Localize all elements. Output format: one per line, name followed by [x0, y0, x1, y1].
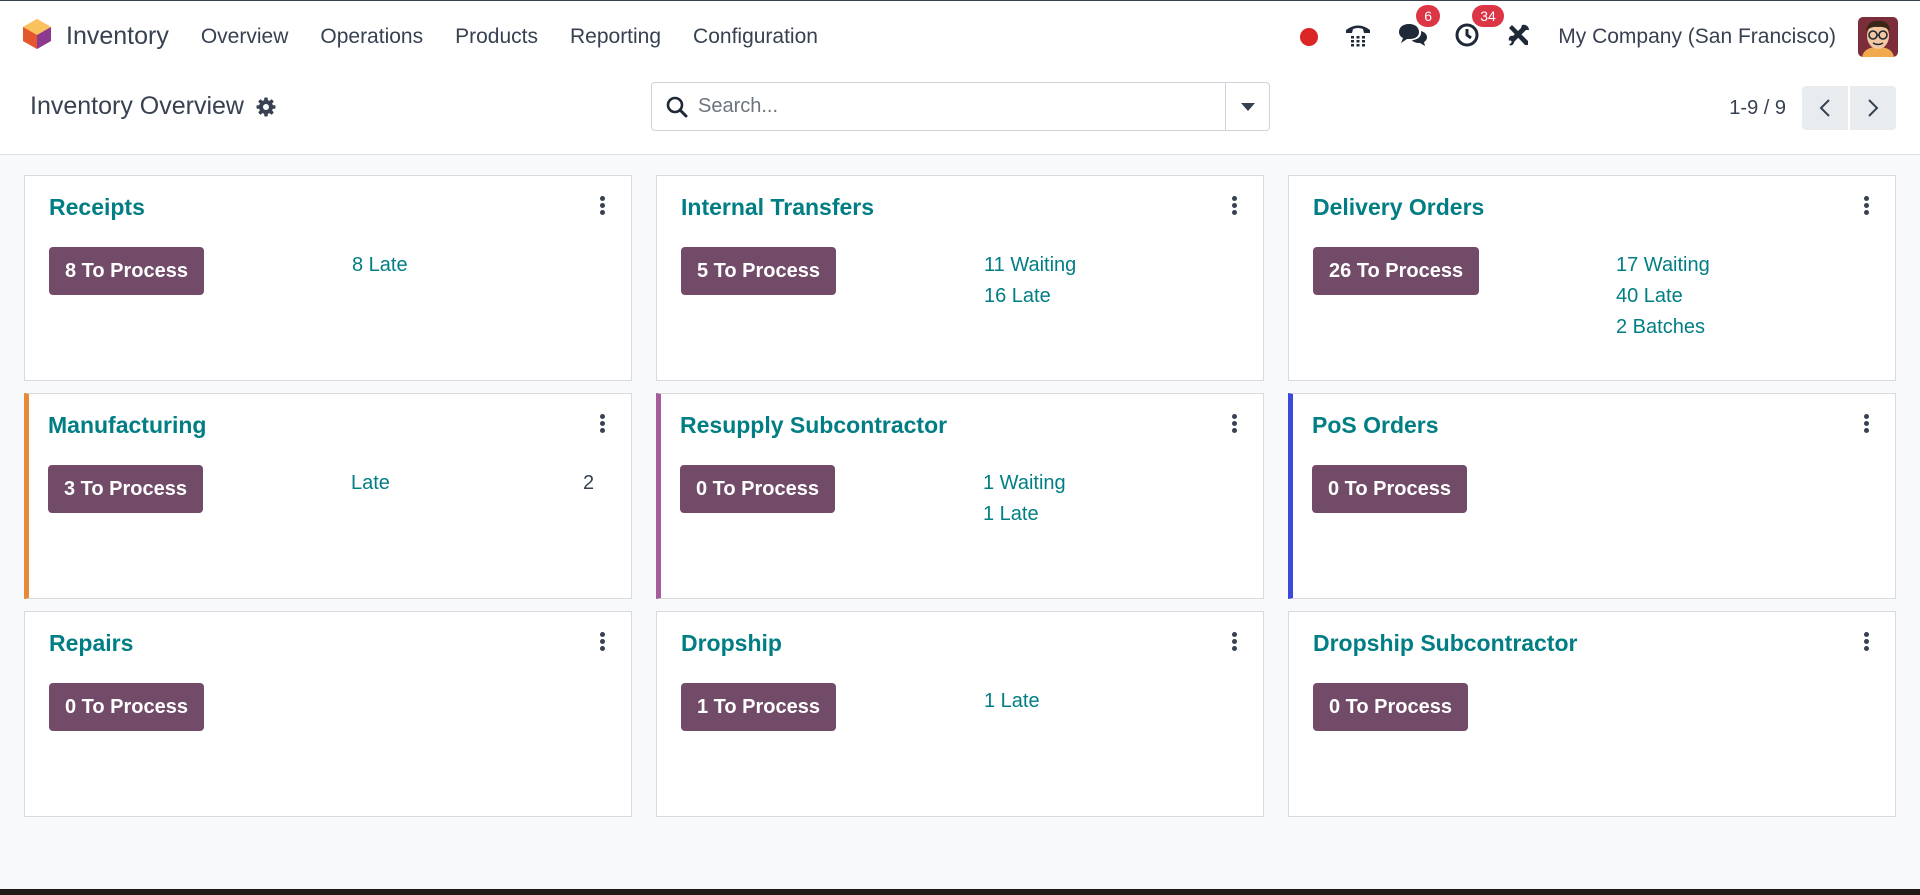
stat-waiting[interactable]: 11 Waiting: [984, 250, 1076, 281]
card-stats: 1 Late: [984, 686, 1040, 717]
stat-batches[interactable]: 2 Batches: [1616, 312, 1710, 343]
caret-down-icon: [1240, 102, 1255, 111]
card-receipts: Receipts 8 To Process 8 Late: [24, 175, 632, 381]
to-process-button[interactable]: 0 To Process: [680, 465, 836, 513]
pager: 1-9 / 9: [1729, 86, 1896, 130]
app-name[interactable]: Inventory: [66, 22, 169, 51]
stat-late[interactable]: 40 Late: [1616, 281, 1710, 312]
record-dot-icon: [1300, 28, 1319, 46]
stat-waiting[interactable]: 17 Waiting: [1616, 250, 1710, 281]
messages-badge: 6: [1416, 4, 1441, 27]
to-process-button[interactable]: 5 To Process: [681, 247, 837, 295]
systray: 6 34 My Company (San Francisco): [1274, 1, 1898, 73]
card-dropship: Dropship 1 To Process 1 Late: [656, 611, 1264, 817]
stat-late[interactable]: 8 Late: [352, 250, 408, 281]
menu-configuration[interactable]: Configuration: [677, 25, 834, 49]
card-repairs: Repairs 0 To Process: [24, 611, 632, 817]
card-stats: 1 Waiting 1 Late: [983, 468, 1066, 530]
menu-operations[interactable]: Operations: [304, 25, 439, 49]
kebab-menu-icon[interactable]: [1860, 194, 1873, 219]
card-title[interactable]: Dropship Subcontractor: [1313, 630, 1578, 657]
stat-late[interactable]: 16 Late: [984, 281, 1076, 312]
pager-value[interactable]: 1-9 / 9: [1729, 97, 1786, 120]
debug-tools-button[interactable]: [1506, 22, 1532, 53]
search-bar: [651, 82, 1270, 131]
stat-late[interactable]: 1 Late: [983, 499, 1066, 530]
card-stats: 17 Waiting 40 Late 2 Batches: [1616, 250, 1710, 343]
messages-button[interactable]: 6: [1398, 4, 1441, 53]
pager-next-button[interactable]: [1850, 86, 1896, 130]
kebab-menu-icon[interactable]: [596, 194, 609, 219]
stat-late[interactable]: Late: [351, 468, 390, 499]
card-pos-orders: PoS Orders 0 To Process: [1288, 393, 1896, 599]
card-title[interactable]: Delivery Orders: [1313, 194, 1484, 221]
phone-icon: [1344, 22, 1372, 53]
stat-late-count: 2: [583, 472, 595, 494]
gear-icon[interactable]: [256, 97, 276, 117]
breadcrumb: Inventory Overview: [30, 92, 276, 121]
card-stats: Late: [351, 468, 390, 499]
kebab-menu-icon[interactable]: [596, 630, 609, 655]
to-process-button[interactable]: 0 To Process: [49, 683, 205, 731]
search-icon: [666, 96, 688, 118]
bottom-edge-strip: [0, 889, 1920, 895]
page-title: Inventory Overview: [30, 92, 244, 120]
kebab-menu-icon[interactable]: [1228, 630, 1241, 655]
card-title[interactable]: Receipts: [49, 194, 145, 221]
menu-products[interactable]: Products: [439, 25, 554, 49]
top-navbar: Inventory Overview Operations Products R…: [0, 0, 1920, 72]
to-process-button[interactable]: 0 To Process: [1312, 465, 1468, 513]
search-input[interactable]: [698, 95, 1198, 118]
stat-waiting[interactable]: 1 Waiting: [983, 468, 1066, 499]
menu-overview[interactable]: Overview: [185, 25, 305, 49]
to-process-button[interactable]: 3 To Process: [48, 465, 204, 513]
card-title[interactable]: Manufacturing: [48, 412, 206, 439]
activities-button[interactable]: 34: [1454, 4, 1504, 53]
kebab-menu-icon[interactable]: [1228, 412, 1241, 437]
operation-types-kanban: Receipts 8 To Process 8 Late Internal Tr…: [24, 175, 1896, 817]
main-menu: Overview Operations Products Reporting C…: [185, 25, 834, 49]
company-switcher[interactable]: My Company (San Francisco): [1558, 25, 1836, 49]
card-stats: 8 Late: [352, 250, 408, 281]
card-dropship-subcontractor: Dropship Subcontractor 0 To Process: [1288, 611, 1896, 817]
kebab-menu-icon[interactable]: [1860, 412, 1873, 437]
card-internal-transfers: Internal Transfers 5 To Process 11 Waiti…: [656, 175, 1264, 381]
tools-icon: [1506, 22, 1532, 53]
menu-reporting[interactable]: Reporting: [554, 25, 677, 49]
card-manufacturing: Manufacturing 3 To Process Late 2: [24, 393, 632, 599]
card-title[interactable]: Repairs: [49, 630, 133, 657]
recording-indicator[interactable]: [1300, 28, 1319, 46]
kebab-menu-icon[interactable]: [1860, 630, 1873, 655]
inventory-app-icon: [22, 18, 52, 55]
card-stats: 11 Waiting 16 Late: [984, 250, 1076, 312]
kebab-menu-icon[interactable]: [596, 412, 609, 437]
to-process-button[interactable]: 8 To Process: [49, 247, 205, 295]
card-delivery-orders: Delivery Orders 26 To Process 17 Waiting…: [1288, 175, 1896, 381]
card-resupply-subcontractor: Resupply Subcontractor 0 To Process 1 Wa…: [656, 393, 1264, 599]
card-title[interactable]: Dropship: [681, 630, 782, 657]
stat-late[interactable]: 1 Late: [984, 686, 1040, 717]
user-avatar[interactable]: [1858, 17, 1898, 57]
search-options-toggle[interactable]: [1225, 83, 1269, 130]
control-panel: Inventory Overview Search... 1-9 / 9: [0, 72, 1920, 155]
kebab-menu-icon[interactable]: [1228, 194, 1241, 219]
card-title[interactable]: Internal Transfers: [681, 194, 874, 221]
clock-icon: [1454, 22, 1480, 53]
app-brand[interactable]: Inventory: [22, 18, 185, 55]
pager-previous-button[interactable]: [1802, 86, 1848, 130]
activities-badge: 34: [1472, 4, 1504, 27]
card-title[interactable]: Resupply Subcontractor: [680, 412, 947, 439]
card-title[interactable]: PoS Orders: [1312, 412, 1439, 439]
to-process-button[interactable]: 0 To Process: [1313, 683, 1469, 731]
to-process-button[interactable]: 26 To Process: [1313, 247, 1480, 295]
chevron-right-icon: [1868, 99, 1879, 117]
phone-button[interactable]: [1344, 22, 1372, 53]
chevron-left-icon: [1819, 99, 1830, 117]
to-process-button[interactable]: 1 To Process: [681, 683, 837, 731]
